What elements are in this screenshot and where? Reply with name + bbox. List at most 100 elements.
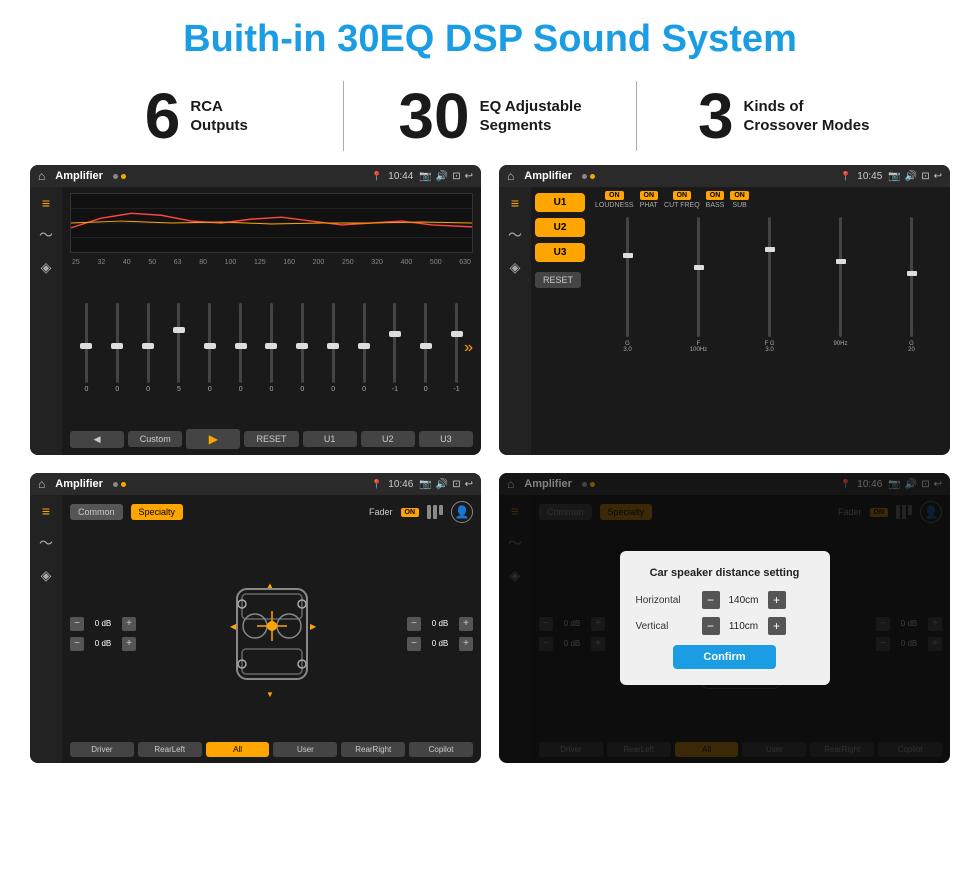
- stat-label-eq: EQ AdjustableSegments: [480, 97, 582, 136]
- eq-icon[interactable]: ≡: [42, 195, 50, 211]
- sub-on[interactable]: ON: [730, 191, 749, 200]
- confirm-button[interactable]: Confirm: [673, 645, 775, 669]
- db-plus-3[interactable]: +: [459, 617, 473, 631]
- amp-eq-icon[interactable]: ≡: [511, 195, 519, 211]
- db-plus-4[interactable]: +: [459, 637, 473, 651]
- toggle-sub: ON SUB: [730, 191, 749, 209]
- db-minus-4[interactable]: −: [407, 637, 421, 651]
- stat-rca: 6 RCAOutputs: [60, 84, 333, 148]
- back-icon-3: ↩: [465, 479, 473, 490]
- eq-slider-4: 5: [165, 270, 194, 425]
- phat-on[interactable]: ON: [640, 191, 659, 200]
- amp-reset-btn[interactable]: RESET: [535, 272, 581, 288]
- volume-icon: 🔊: [436, 171, 448, 182]
- status-icons-2: 📷 🔊 ⊡ ↩: [888, 171, 942, 182]
- eq-slider-11: -1: [380, 270, 409, 425]
- u1-btn[interactable]: U1: [535, 193, 585, 212]
- cross-sidebar: ≡ 〜 ◈: [30, 495, 62, 763]
- toggle-loudness: ON LOUDNESS: [595, 191, 634, 209]
- stat-eq: 30 EQ AdjustableSegments: [354, 84, 627, 148]
- eq-u1-btn[interactable]: U1: [303, 431, 357, 447]
- stat-label-crossover: Kinds ofCrossover Modes: [744, 97, 870, 136]
- u3-btn[interactable]: U3: [535, 243, 585, 262]
- volume-icon-3: 🔊: [436, 479, 448, 490]
- dot-2: [121, 174, 126, 179]
- db-minus-2[interactable]: −: [70, 637, 84, 651]
- avatar-icon[interactable]: 👤: [451, 501, 473, 523]
- all-btn[interactable]: All: [206, 742, 270, 757]
- cross-speaker-icon[interactable]: ◈: [41, 567, 52, 584]
- speaker-left-controls: − 0 dB + − 0 dB +: [70, 531, 136, 736]
- copilot-btn[interactable]: Copilot: [409, 742, 473, 757]
- dot-s2-1: [582, 174, 587, 179]
- status-time-3: 10:46: [388, 479, 413, 490]
- fader-on-badge[interactable]: ON: [401, 508, 420, 517]
- driver-btn[interactable]: Driver: [70, 742, 134, 757]
- eq-slider-12: 0: [411, 270, 440, 425]
- home-icon[interactable]: ⌂: [38, 169, 45, 183]
- speaker-distance-dialog: Car speaker distance setting Horizontal …: [620, 551, 830, 685]
- home-icon-2[interactable]: ⌂: [507, 169, 514, 183]
- eq-freq-labels: 2532405063 80100125160200 25032040050063…: [70, 259, 473, 266]
- status-dots-1: [113, 174, 126, 179]
- car-svg: ▲ ▼ ◀ ▶: [222, 569, 322, 699]
- amp-slider-2: F 100Hz: [666, 213, 731, 451]
- eq-prev-btn[interactable]: ◀: [70, 431, 124, 448]
- car-diagram: ▲ ▼ ◀ ▶: [222, 569, 322, 699]
- loudness-on[interactable]: ON: [605, 191, 624, 200]
- eq-reset-btn[interactable]: RESET: [244, 431, 298, 447]
- eq-main: 2532405063 80100125160200 25032040050063…: [62, 187, 481, 455]
- camera-icon: 📷: [419, 171, 431, 182]
- status-bar-2: ⌂ Amplifier 📍 10:45 📷 🔊 ⊡ ↩: [499, 165, 950, 187]
- eq-sliders: 0 0 0 5 0: [70, 270, 473, 425]
- db-value-4: 0 dB: [425, 639, 455, 648]
- dialog-overlay: Car speaker distance setting Horizontal …: [499, 473, 950, 763]
- eq-more-icon[interactable]: »: [464, 339, 473, 357]
- db-plus-1[interactable]: +: [122, 617, 136, 631]
- amp-speaker-icon[interactable]: ◈: [510, 259, 521, 276]
- u2-btn[interactable]: U2: [535, 218, 585, 237]
- amp-sidebar: ≡ 〜 ◈: [499, 187, 531, 455]
- rearright-btn[interactable]: RearRight: [341, 742, 405, 757]
- common-tab[interactable]: Common: [70, 504, 123, 520]
- amp-wave-icon[interactable]: 〜: [508, 225, 522, 245]
- camera-icon-2: 📷: [888, 171, 900, 182]
- stat-crossover: 3 Kinds ofCrossover Modes: [647, 84, 920, 148]
- eq-u3-btn[interactable]: U3: [419, 431, 473, 447]
- back-icon-2: ↩: [934, 171, 942, 182]
- volume-icon-2: 🔊: [905, 171, 917, 182]
- cutfreq-on[interactable]: ON: [673, 191, 692, 200]
- horizontal-plus[interactable]: +: [768, 591, 786, 609]
- eq-slider-1: 0: [72, 270, 101, 425]
- status-dots-2: [582, 174, 595, 179]
- db-plus-2[interactable]: +: [122, 637, 136, 651]
- horizontal-row: Horizontal − 140cm +: [636, 591, 814, 609]
- home-icon-3[interactable]: ⌂: [38, 477, 45, 491]
- loudness-label: LOUDNESS: [595, 202, 634, 209]
- horizontal-minus[interactable]: −: [702, 591, 720, 609]
- vertical-minus[interactable]: −: [702, 617, 720, 635]
- svg-text:▼: ▼: [266, 690, 274, 699]
- screen-dialog: ⌂ Amplifier 📍 10:46 📷 🔊 ⊡ ↩ ≡ 〜 ◈: [499, 473, 950, 763]
- stat-number-rca: 6: [145, 84, 181, 148]
- screen-amp: ⌂ Amplifier 📍 10:45 📷 🔊 ⊡ ↩ ≡ 〜 ◈: [499, 165, 950, 455]
- db-control-4: − 0 dB +: [407, 637, 473, 651]
- bass-on[interactable]: ON: [706, 191, 725, 200]
- dialog-title: Car speaker distance setting: [636, 567, 814, 579]
- eq-play-btn[interactable]: ▶: [186, 429, 240, 449]
- specialty-tab[interactable]: Specialty: [131, 504, 184, 520]
- eq-slider-7: 0: [257, 270, 286, 425]
- vertical-plus[interactable]: +: [768, 617, 786, 635]
- horizontal-label: Horizontal: [636, 595, 696, 606]
- eq-slider-10: 0: [350, 270, 379, 425]
- user-btn[interactable]: User: [273, 742, 337, 757]
- speaker-icon[interactable]: ◈: [41, 259, 52, 276]
- cross-eq-icon[interactable]: ≡: [42, 503, 50, 519]
- rearleft-btn[interactable]: RearLeft: [138, 742, 202, 757]
- horizontal-value: 140cm: [724, 595, 764, 606]
- wave-icon[interactable]: 〜: [39, 225, 53, 245]
- eq-u2-btn[interactable]: U2: [361, 431, 415, 447]
- db-minus-1[interactable]: −: [70, 617, 84, 631]
- cross-wave-icon[interactable]: 〜: [39, 533, 53, 553]
- db-minus-3[interactable]: −: [407, 617, 421, 631]
